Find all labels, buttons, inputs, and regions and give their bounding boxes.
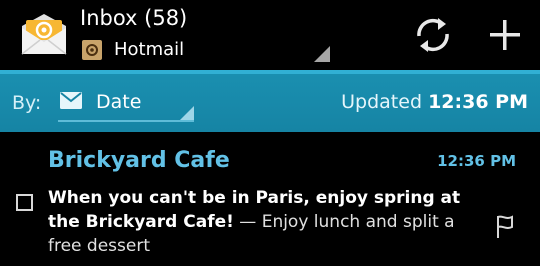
flag-button[interactable] bbox=[494, 214, 516, 240]
refresh-button[interactable] bbox=[408, 12, 458, 58]
message-sender: Brickyard Cafe bbox=[48, 148, 230, 173]
refresh-icon bbox=[417, 18, 449, 52]
updated-label: Updated bbox=[341, 91, 423, 113]
account-spinner[interactable]: Inbox (58) Hotmail bbox=[80, 4, 330, 66]
sort-value: Date bbox=[96, 91, 142, 113]
add-icon bbox=[490, 20, 520, 50]
message-list-item[interactable]: Brickyard Cafe 12:36 PM When you can't b… bbox=[0, 132, 540, 266]
at-sign-icon bbox=[82, 40, 102, 60]
updated-time: 12:36 PM bbox=[428, 91, 528, 113]
sort-dropdown[interactable]: Date bbox=[58, 86, 194, 122]
sort-bar: By: Date Updated 12:36 PM bbox=[0, 74, 540, 132]
message-checkbox[interactable] bbox=[16, 194, 33, 211]
message-snippet: When you can't be in Paris, enjoy spring… bbox=[48, 186, 488, 258]
compose-button[interactable] bbox=[480, 12, 530, 58]
message-time: 12:36 PM bbox=[437, 152, 516, 170]
spinner-indicator-icon bbox=[314, 46, 330, 62]
envelope-icon bbox=[60, 92, 82, 110]
dropdown-indicator-icon bbox=[180, 106, 194, 120]
mailbox-title: Inbox (58) bbox=[80, 6, 188, 30]
updated-status: Updated 12:36 PM bbox=[341, 91, 528, 113]
sort-by-label: By: bbox=[12, 92, 42, 114]
flag-icon bbox=[497, 215, 513, 238]
action-bar: Inbox (58) Hotmail bbox=[0, 0, 540, 70]
account-row: Hotmail bbox=[80, 38, 330, 64]
email-app-icon[interactable] bbox=[20, 12, 68, 56]
account-name: Hotmail bbox=[114, 39, 185, 60]
